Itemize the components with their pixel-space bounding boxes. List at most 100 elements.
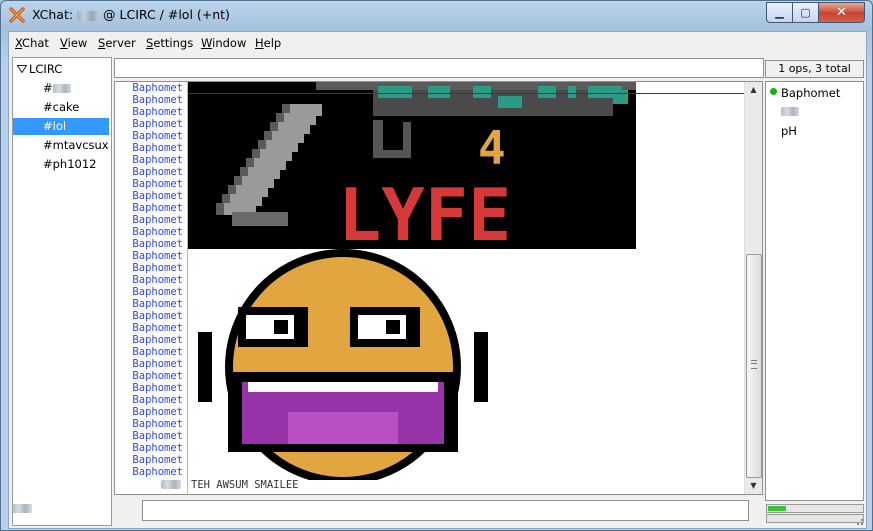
window-title: XChat: @ LCIRC / #lol (+nt) (32, 7, 230, 22)
xchat-window: XChat: @ LCIRC / #lol (+nt) ▁ ▢ ✕ XChat … (0, 0, 873, 531)
chat-nick[interactable]: Baphomet (115, 130, 185, 142)
topic-input[interactable] (114, 58, 764, 78)
menu-window[interactable]: Window (201, 36, 246, 50)
chat-nick[interactable]: Baphomet (115, 250, 185, 262)
chat-nick[interactable]: Baphomet (115, 322, 185, 334)
expand-triangle-icon[interactable] (17, 65, 27, 73)
chat-nick[interactable]: Baphomet (115, 466, 185, 478)
user-count: 1 ops, 3 total (765, 60, 864, 78)
chat-nick[interactable]: Baphomet (115, 142, 185, 154)
maximize-button[interactable]: ▢ (793, 2, 819, 23)
channel-tree: LCIRC # #cake #lol #mtavcsux #ph1012 (12, 57, 112, 526)
smiley-pupil-left (274, 320, 288, 334)
chat-nick[interactable]: Baphomet (115, 166, 185, 178)
menu-view[interactable]: View (60, 36, 87, 50)
tree-channel-ph1012[interactable]: #ph1012 (43, 156, 97, 173)
resize-grip-icon[interactable] (854, 516, 864, 526)
chat-nick[interactable]: Baphomet (115, 394, 185, 406)
user-ph[interactable]: pH (781, 124, 797, 138)
scroll-down-icon[interactable]: ▼ (745, 478, 762, 494)
chat-scrollbar[interactable]: ▲ ▼ (744, 82, 762, 494)
chat-nick[interactable]: Baphomet (115, 190, 185, 202)
art-gun-grip-edge (216, 203, 224, 215)
art-text-4: 4 (478, 121, 506, 175)
chat-text-area[interactable]: Baphomet Baphomet Baphomet Baphomet Baphomet… (114, 81, 763, 495)
chat-nick[interactable]: Baphomet (115, 442, 185, 454)
redacted-user-name (781, 107, 799, 116)
user-list: Baphomet pH (765, 81, 864, 501)
art-trigger-guard-side (403, 122, 411, 158)
user-baphomet[interactable]: Baphomet (781, 86, 840, 100)
menu-settings[interactable]: Settings (146, 36, 193, 50)
scroll-up-icon[interactable]: ▲ (745, 82, 762, 98)
art-gun-butt (232, 212, 288, 226)
chat-nick[interactable]: Baphomet (115, 82, 185, 94)
menu-server[interactable]: Server (98, 36, 136, 50)
message-input[interactable] (142, 500, 749, 521)
window-title-prefix: XChat: (32, 7, 74, 22)
close-button[interactable]: ✕ (819, 2, 865, 23)
chat-nick[interactable]: Baphomet (115, 274, 185, 286)
menu-bar: XChat View Server Settings Window Help (9, 32, 866, 54)
chat-nick[interactable]: Baphomet (115, 334, 185, 346)
art-teal-shade (538, 86, 556, 98)
xchat-x-icon (9, 7, 25, 23)
chat-nick[interactable]: Baphomet (115, 406, 185, 418)
smiley-teeth (248, 382, 438, 392)
chat-nick[interactable]: Baphomet (115, 214, 185, 226)
chat-nick[interactable]: Baphomet (115, 370, 185, 382)
art-teal-shade (588, 86, 622, 98)
smiley-edge-left (198, 332, 212, 402)
chat-nick[interactable]: Baphomet (115, 238, 185, 250)
chat-nick[interactable]: Baphomet (115, 94, 185, 106)
chat-nick[interactable]: Baphomet (115, 358, 185, 370)
minimize-button[interactable]: ▁ (766, 2, 793, 23)
scroll-thumb[interactable] (746, 254, 762, 478)
art-teal-shade (568, 86, 576, 98)
chat-nick[interactable]: Baphomet (115, 454, 185, 466)
chat-nick[interactable]: Baphomet (115, 118, 185, 130)
chat-nick[interactable]: Baphomet (115, 226, 185, 238)
window-title-suffix: @ LCIRC / #lol (+nt) (103, 7, 230, 22)
art-teal-shade (473, 86, 491, 98)
title-bar[interactable]: XChat: @ LCIRC / #lol (+nt) ▁ ▢ ✕ (1, 1, 872, 29)
chat-nick[interactable]: Baphomet (115, 202, 185, 214)
smiley-edge-right (474, 332, 488, 402)
chat-nick[interactable]: Baphomet (115, 178, 185, 190)
window-controls: ▁ ▢ ✕ (766, 2, 865, 23)
tree-channel-mtavcsux[interactable]: #mtavcsux (43, 137, 109, 154)
redacted-nick (77, 10, 100, 21)
tree-channel-redacted[interactable]: # (43, 80, 71, 97)
chat-nick[interactable]: Baphomet (115, 346, 185, 358)
chat-nick[interactable]: Baphomet (115, 106, 185, 118)
nick-column: Baphomet Baphomet Baphomet Baphomet Baphomet… (115, 82, 185, 478)
chat-nick[interactable]: Baphomet (115, 298, 185, 310)
ascii-art-image: 4LYFE (188, 82, 636, 480)
thumb-grip-icon (751, 360, 757, 369)
lag-meter-fill (768, 506, 786, 511)
redacted-last-nick (161, 480, 181, 489)
client-area: XChat View Server Settings Window Help L… (8, 31, 867, 529)
close-icon: ✕ (836, 5, 847, 20)
chat-nick[interactable]: Baphomet (115, 430, 185, 442)
chat-nick[interactable]: Baphomet (115, 310, 185, 322)
art-teal-shade (498, 96, 522, 108)
tree-channel-cake[interactable]: #cake (43, 99, 79, 116)
chat-nick[interactable]: Baphomet (115, 262, 185, 274)
tree-server-lcirc[interactable]: LCIRC (29, 61, 62, 78)
throttle-meter (766, 514, 864, 523)
chat-nick[interactable]: Baphomet (115, 382, 185, 394)
user-redacted[interactable] (781, 104, 799, 118)
menu-xchat[interactable]: XChat (15, 36, 49, 50)
chat-nick[interactable]: Baphomet (115, 154, 185, 166)
nick-button[interactable] (12, 504, 32, 513)
art-teal-shade (378, 86, 412, 98)
chat-nick[interactable]: Baphomet (115, 286, 185, 298)
chat-nick[interactable]: Baphomet (115, 418, 185, 430)
tree-channel-lol[interactable]: #lol (13, 118, 109, 135)
channel-label: # (43, 81, 53, 95)
marker-line (188, 93, 744, 94)
menu-help[interactable]: Help (255, 36, 281, 50)
art-trigger-guard (373, 150, 403, 158)
op-status-icon (770, 88, 777, 95)
